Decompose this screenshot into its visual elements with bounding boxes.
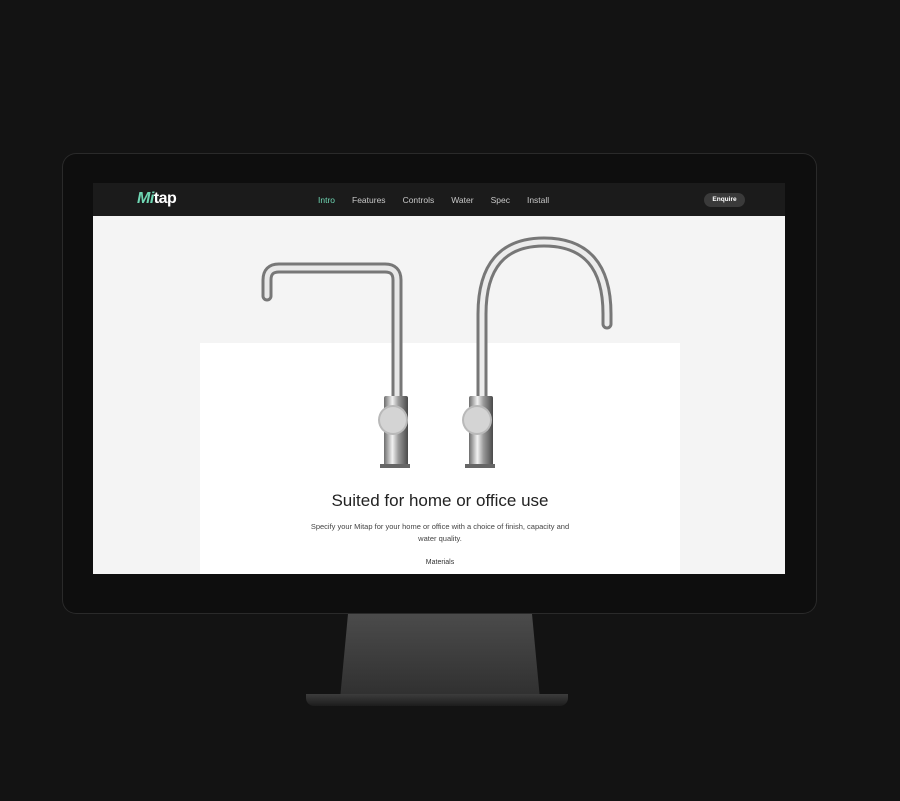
top-navbar: Mitap Intro Features Controls Water Spec… <box>93 183 785 216</box>
nav-item-features[interactable]: Features <box>352 195 386 205</box>
nav-item-intro[interactable]: Intro <box>318 195 335 205</box>
square-tap <box>261 262 410 468</box>
enquire-button[interactable]: Enquire <box>704 193 745 207</box>
monitor-stand <box>340 614 540 699</box>
website-screen: Mitap Intro Features Controls Water Spec… <box>93 183 785 574</box>
hero-headline: Suited for home or office use <box>331 491 549 510</box>
gooseneck-tap <box>462 236 613 468</box>
mitap-logo[interactable]: Mitap <box>137 190 177 210</box>
hero-subtext: Specify your Mitap for your home or offi… <box>310 522 570 543</box>
materials-link[interactable]: Materials <box>200 559 680 566</box>
monitor-stand-base <box>306 694 568 706</box>
nav-item-spec[interactable]: Spec <box>491 195 510 205</box>
nav-item-controls[interactable]: Controls <box>403 195 435 205</box>
tap-product-image <box>261 236 613 468</box>
nav-item-install[interactable]: Install <box>527 195 549 205</box>
main-nav: Intro Features Controls Water Spec Insta… <box>318 183 566 216</box>
nav-item-water[interactable]: Water <box>451 195 473 205</box>
